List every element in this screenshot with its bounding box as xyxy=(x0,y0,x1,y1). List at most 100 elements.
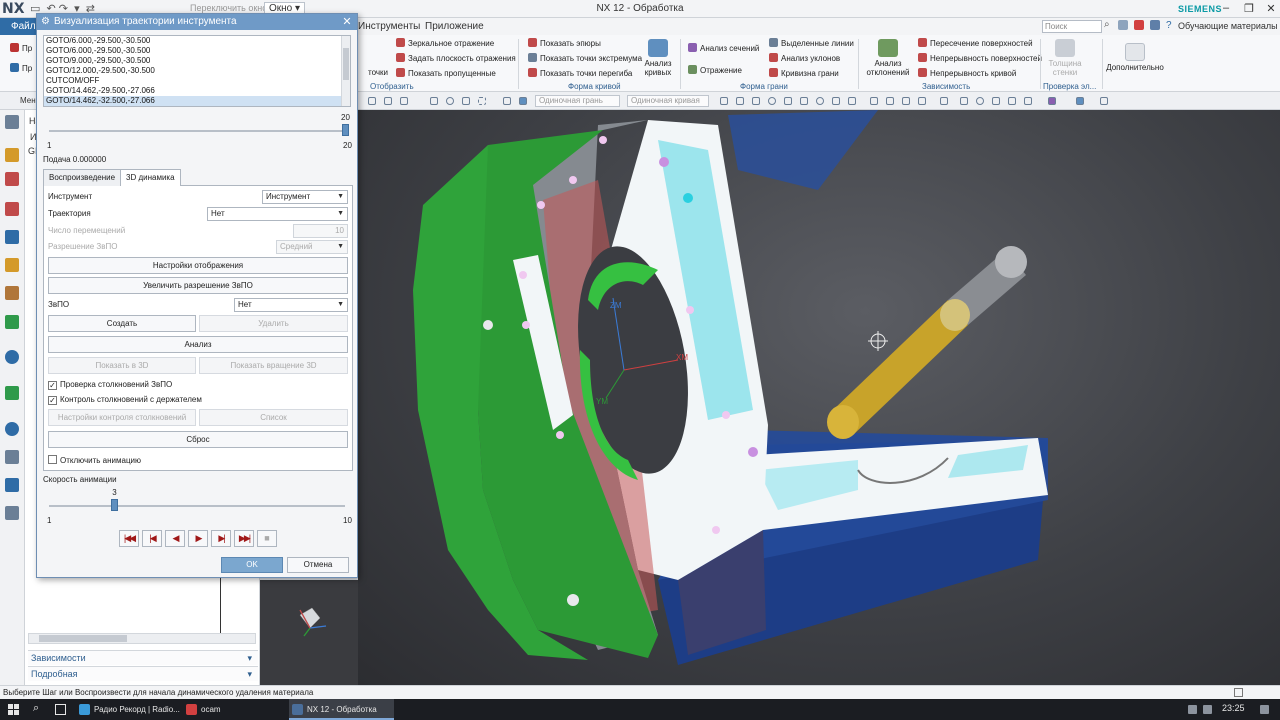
assembly-navigator-icon[interactable] xyxy=(5,172,19,186)
disable-animation-checkbox[interactable]: Отключить анимацию xyxy=(48,455,141,465)
display-settings-button[interactable]: Настройки отображения xyxy=(48,257,348,274)
face-curvature-button[interactable]: Кривизна грани xyxy=(769,68,839,78)
check-ipw-collisions-checkbox[interactable]: ✓ Проверка столкновений ЗвПО xyxy=(48,380,172,390)
menu-tools[interactable]: Инструменты xyxy=(358,21,420,32)
play-button[interactable]: ▶ xyxy=(188,530,208,547)
part-navigator-icon[interactable] xyxy=(5,230,19,244)
show-extremum-points-button[interactable]: Показать точки экстремума xyxy=(528,53,642,63)
snap-point-icon[interactable] xyxy=(918,97,926,105)
snap-bounded-icon[interactable] xyxy=(886,97,894,105)
tab-3d-dynamic[interactable]: 3D динамика xyxy=(120,169,181,187)
reset-button[interactable]: Сброс xyxy=(48,431,348,448)
position-slider-thumb[interactable] xyxy=(341,124,349,136)
ribbon-partial-1[interactable]: Пр xyxy=(10,43,32,53)
reuse-library-icon[interactable] xyxy=(5,258,19,272)
snap-center-icon[interactable] xyxy=(768,97,776,105)
gcode-line[interactable]: CUTCOM/OFF xyxy=(44,76,350,86)
history-icon[interactable] xyxy=(5,386,19,400)
wall-thickness-button[interactable]: Толщина стенки xyxy=(1045,39,1085,77)
face-filter-select[interactable]: Одиночная грань xyxy=(535,95,620,107)
draft-analysis-button[interactable]: Анализ уклонов xyxy=(769,53,840,63)
view-orient-icon[interactable] xyxy=(1024,97,1032,105)
show-in-3d-button[interactable]: Показать в 3D xyxy=(48,357,196,374)
notifications-icon[interactable] xyxy=(1260,705,1269,714)
taskbar-item-nx[interactable]: NX 12 - Обработка xyxy=(289,699,394,720)
operation-navigator-icon[interactable] xyxy=(5,148,19,162)
volume-icon[interactable] xyxy=(1203,705,1212,714)
machine-navigator-icon[interactable] xyxy=(5,286,19,300)
clock[interactable]: 23:25 xyxy=(1222,703,1245,713)
trajectory-select[interactable]: Нет ▼ xyxy=(207,207,348,221)
gcode-list[interactable]: GOTO/6.000,-29.500,-30.500 GOTO/6.000,-2… xyxy=(43,35,351,107)
select-icon[interactable] xyxy=(384,97,392,105)
restore-icon[interactable]: ❐ xyxy=(1242,2,1256,15)
menu-application[interactable]: Приложение xyxy=(425,21,484,32)
snap-control-icon[interactable] xyxy=(752,97,760,105)
show-3d-rotation-button[interactable]: Показать вращение 3D xyxy=(199,357,348,374)
snap-intersection-icon[interactable] xyxy=(832,97,840,105)
render-style-icon[interactable] xyxy=(1048,97,1056,105)
tab-playback[interactable]: Воспроизведение xyxy=(43,169,122,186)
details-panel-header[interactable]: Подробная ▾ xyxy=(28,666,258,681)
gcode-line[interactable]: GOTO/9.000,-29.500,-30.500 xyxy=(44,56,350,66)
clock-icon[interactable] xyxy=(5,422,19,436)
status-icon[interactable] xyxy=(1234,688,1243,697)
show-missing-button[interactable]: Показать пропущенные xyxy=(396,68,496,78)
gcode-line[interactable]: GOTO/6.000,-29.500,-30.500 xyxy=(44,36,350,46)
point-icon[interactable] xyxy=(462,97,470,105)
deviation-analysis-button[interactable]: Анализ отклонений xyxy=(864,39,912,77)
create-button[interactable]: Создать xyxy=(48,315,196,332)
snap-mid-icon[interactable] xyxy=(736,97,744,105)
moves-count-field[interactable]: 10 xyxy=(293,224,348,238)
switch-window-button[interactable]: Переключить окно xyxy=(190,3,267,13)
dependencies-panel-header[interactable]: Зависимости ▾ xyxy=(28,650,258,665)
ok-button[interactable]: OK xyxy=(221,557,283,573)
ipw-resolution-select[interactable]: Средний ▼ xyxy=(276,240,348,254)
constraint-navigator-icon[interactable] xyxy=(5,202,19,216)
app-icon-2[interactable] xyxy=(1134,20,1144,30)
feature-navigator-icon[interactable] xyxy=(5,315,19,329)
increase-resolution-button[interactable]: Увеличить разрешение ЗвПО xyxy=(48,277,348,294)
collision-settings-button[interactable]: Настройки контроля столкновений xyxy=(48,409,196,426)
command-search-input[interactable]: Поиск команды xyxy=(1042,20,1102,42)
delete-button[interactable]: Удалить xyxy=(199,315,348,332)
file-tab[interactable]: Файл xyxy=(0,18,38,35)
task-view-icon[interactable] xyxy=(55,704,66,715)
curve-continuity-button[interactable]: Непрерывность кривой xyxy=(918,68,1016,78)
list-button[interactable]: Список xyxy=(199,409,348,426)
tutorials-link[interactable]: Обучающие материалы xyxy=(1178,21,1278,31)
position-slider-track[interactable] xyxy=(49,130,345,132)
windows-start-icon[interactable] xyxy=(8,704,19,715)
system-materials-icon[interactable] xyxy=(5,506,19,520)
snap-face-icon[interactable] xyxy=(902,97,910,105)
snap-end-icon[interactable] xyxy=(720,97,728,105)
mirror-reflection-button[interactable]: Зеркальное отражение xyxy=(396,38,494,48)
view-cube-icon[interactable] xyxy=(1076,97,1084,105)
fast-forward-to-end-button[interactable]: ▶▶| xyxy=(234,530,254,547)
gear-icon[interactable]: ⚙ xyxy=(41,14,50,30)
snap-icon[interactable] xyxy=(368,97,376,105)
play-reverse-button[interactable]: ◀ xyxy=(165,530,185,547)
gcode-line-selected[interactable]: GOTO/14.462,-32.500,-27.066 xyxy=(44,96,350,106)
tool-select[interactable]: Инструмент ▼ xyxy=(262,190,348,204)
layer-icon[interactable] xyxy=(1100,97,1108,105)
step-forward-button[interactable]: ▶| xyxy=(211,530,231,547)
box-select-icon[interactable] xyxy=(478,97,486,105)
ribbon-points[interactable]: точки xyxy=(368,68,388,77)
snap-arc-icon[interactable] xyxy=(816,97,824,105)
app-icon-3[interactable] xyxy=(1150,20,1160,30)
surface-continuity-button[interactable]: Непрерывность поверхностей xyxy=(918,53,1042,63)
curve-filter-select[interactable]: Одиночная кривая xyxy=(627,95,709,107)
view-fit-icon[interactable] xyxy=(960,97,968,105)
animation-speed-thumb[interactable] xyxy=(111,499,119,511)
holder-collisions-checkbox[interactable]: ✓ Контроль столкновений с держателем xyxy=(48,395,202,405)
animation-speed-track[interactable] xyxy=(49,505,345,507)
cancel-button[interactable]: Отмена xyxy=(287,557,349,573)
view-refresh-icon[interactable] xyxy=(976,97,984,105)
roles-icon[interactable] xyxy=(5,478,19,492)
stop-button[interactable]: ■ xyxy=(257,530,277,547)
set-reflection-plane-button[interactable]: Задать плоскость отражения xyxy=(396,53,516,63)
taskbar-item-ocam[interactable]: ocam xyxy=(183,699,283,720)
scrollbar-thumb[interactable] xyxy=(39,635,127,642)
cube-icon[interactable] xyxy=(519,97,527,105)
